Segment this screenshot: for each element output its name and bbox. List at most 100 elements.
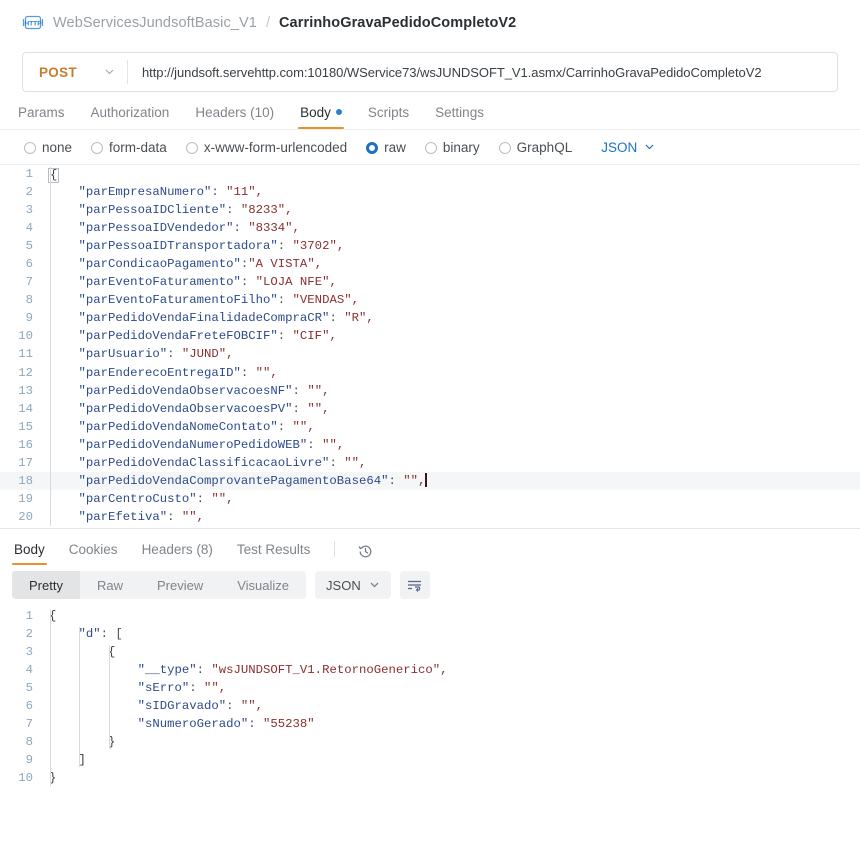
tab-params[interactable]: Params	[16, 105, 67, 129]
url-input[interactable]	[128, 53, 837, 91]
http-method-selector[interactable]: POST	[23, 53, 127, 91]
code-line: 1{	[0, 607, 860, 625]
body-type-urlencoded[interactable]: x-www-form-urlencoded	[185, 140, 347, 155]
code-line: 9 "parPedidoVendaFinalidadeCompraCR": "R…	[0, 309, 860, 327]
line-number: 11	[18, 347, 33, 362]
code-line-text: "parPessoaIDTransportadora": "3702",	[78, 239, 345, 254]
response-body-lines: 1{2 "d": [3 {4 "__type": "wsJUNDSOFT_V1.…	[0, 607, 860, 787]
code-line: 20 "parEfetiva": "",	[0, 508, 860, 526]
line-number: 3	[25, 645, 33, 660]
code-line-text: "parPedidoVendaNomeContato": "",	[78, 419, 315, 434]
line-number: 7	[25, 275, 33, 290]
response-tab-body-label: Body	[14, 542, 45, 557]
line-number: 7	[25, 717, 33, 732]
response-tab-test-results[interactable]: Test Results	[235, 542, 313, 565]
chevron-down-icon	[369, 578, 380, 593]
code-line: 7 "sNumeroGerado": "55238"	[0, 715, 860, 733]
response-format-selector[interactable]: JSON	[315, 571, 391, 599]
line-number: 2	[25, 185, 33, 200]
clock-history-icon[interactable]	[357, 543, 374, 565]
line-number: 2	[25, 627, 33, 642]
tab-body[interactable]: Body	[298, 105, 344, 129]
code-line-text: }	[108, 735, 116, 750]
postman-request-response-view: HTTP WebServicesJundsoftBasic_V1 / Carri…	[0, 0, 860, 857]
response-tab-headers[interactable]: Headers (8)	[140, 542, 215, 565]
line-number: 9	[25, 753, 33, 768]
code-line: 14 "parPedidoVendaObservacoesPV": "",	[0, 400, 860, 418]
tab-settings[interactable]: Settings	[433, 105, 486, 129]
line-number: 12	[18, 365, 33, 380]
request-body-editor[interactable]: 1{2 "parEmpresaNumero": "11", 3 "parPesso…	[0, 165, 860, 529]
response-view-switcher: Pretty Raw Preview Visualize	[12, 571, 307, 599]
body-format-selector[interactable]: JSON	[601, 140, 655, 155]
body-type-raw[interactable]: raw	[366, 140, 406, 155]
response-tab-body[interactable]: Body	[12, 542, 47, 565]
breadcrumb: HTTP WebServicesJundsoftBasic_V1 / Carri…	[0, 0, 860, 46]
body-type-none[interactable]: none	[24, 140, 72, 155]
line-number: 1	[25, 609, 33, 623]
code-line-text: "parPedidoVendaFinalidadeCompraCR": "R",	[78, 311, 374, 326]
tab-authorization[interactable]: Authorization	[89, 105, 172, 129]
code-line: 10 "parPedidoVendaFreteFOBCIF": "CIF",	[0, 327, 860, 345]
response-tab-cookies-label: Cookies	[68, 542, 118, 557]
body-type-binary[interactable]: binary	[424, 140, 480, 155]
code-line: 6 "parCondicaoPagamento":"A VISTA",	[0, 255, 860, 273]
response-tab-cookies[interactable]: Cookies	[67, 542, 120, 565]
text-cursor	[425, 472, 427, 487]
code-line-text: "parCentroCusto": "",	[78, 491, 234, 506]
response-format-label: JSON	[326, 577, 361, 593]
code-line-text: "__type": "wsJUNDSOFT_V1.RetornoGenerico…	[137, 663, 448, 678]
code-line-text: "parEfetiva": "",	[78, 509, 205, 524]
tab-authorization-label: Authorization	[90, 105, 170, 120]
line-number: 8	[25, 293, 33, 308]
code-line-text: "parCondicaoPagamento":"A VISTA",	[78, 257, 323, 272]
http-protocol-icon: HTTP	[22, 15, 44, 32]
code-line: 16 "parPedidoVendaNumeroPedidoWEB": "",	[0, 436, 860, 454]
radio-urlencoded-icon	[185, 141, 198, 154]
breadcrumb-collection[interactable]: WebServicesJundsoftBasic_V1	[53, 15, 257, 31]
line-number: 6	[25, 257, 33, 272]
tab-headers[interactable]: Headers (10)	[193, 105, 276, 129]
tab-headers-label: Headers (10)	[195, 105, 275, 120]
breadcrumb-request-name[interactable]: CarrinhoGravaPedidoCompletoV2	[279, 15, 516, 31]
code-line: 5 "parPessoaIDTransportadora": "3702",	[0, 237, 860, 255]
code-line-text: "parPedidoVendaNumeroPedidoWEB": "",	[78, 437, 345, 452]
line-number: 1	[25, 167, 33, 181]
code-line-text: "parPedidoVendaComprovantePagamentoBase6…	[78, 472, 427, 488]
body-type-raw-label: raw	[384, 140, 406, 155]
code-line: 3 {	[0, 643, 860, 661]
line-number: 17	[18, 455, 33, 470]
body-type-form-data[interactable]: form-data	[91, 140, 167, 155]
tab-params-label: Params	[18, 105, 65, 120]
code-line: 1{	[0, 165, 860, 183]
code-line: 15 "parPedidoVendaNomeContato": "",	[0, 418, 860, 436]
url-bar: POST	[22, 52, 838, 92]
code-line-text: "parEventoFaturamento": "LOJA NFE",	[78, 275, 337, 290]
response-view-visualize[interactable]: Visualize	[220, 571, 306, 599]
code-line: 8 "parEventoFaturamentoFilho": "VENDAS",	[0, 291, 860, 309]
tab-settings-label: Settings	[435, 105, 484, 120]
response-tab-headers-label: Headers (8)	[141, 542, 213, 557]
response-body-viewer[interactable]: 1{2 "d": [3 {4 "__type": "wsJUNDSOFT_V1.…	[0, 607, 860, 803]
response-view-raw[interactable]: Raw	[80, 571, 140, 599]
wrap-lines-icon[interactable]	[399, 571, 430, 599]
code-line: 17 "parPedidoVendaClassificacaoLivre": "…	[0, 454, 860, 472]
code-line: 7 "parEventoFaturamento": "LOJA NFE",	[0, 273, 860, 291]
code-line: 3 "parPessoaIDCliente": "8233",	[0, 201, 860, 219]
code-line: 9 ]	[0, 751, 860, 769]
code-line-text: "sIDGravado": "",	[137, 699, 264, 714]
body-type-row: none form-data x-www-form-urlencoded raw…	[0, 130, 860, 165]
tab-scripts[interactable]: Scripts	[366, 105, 411, 129]
response-view-preview[interactable]: Preview	[140, 571, 220, 599]
code-line-text: "parPedidoVendaFreteFOBCIF": "CIF",	[78, 329, 337, 344]
code-line-text: "parPedidoVendaObservacoesPV": "",	[78, 401, 330, 416]
code-line: 4 "parPessoaIDVendedor": "8334",	[0, 219, 860, 237]
response-view-pretty[interactable]: Pretty	[12, 571, 80, 599]
code-line: 4 "__type": "wsJUNDSOFT_V1.RetornoGeneri…	[0, 661, 860, 679]
tab-scripts-label: Scripts	[367, 105, 410, 120]
line-number: 16	[18, 437, 33, 452]
body-type-graphql-label: GraphQL	[516, 140, 573, 155]
body-type-graphql[interactable]: GraphQL	[498, 140, 573, 155]
line-number: 5	[25, 239, 33, 254]
code-line: 11 "parUsuario": "JUND",	[0, 345, 860, 363]
